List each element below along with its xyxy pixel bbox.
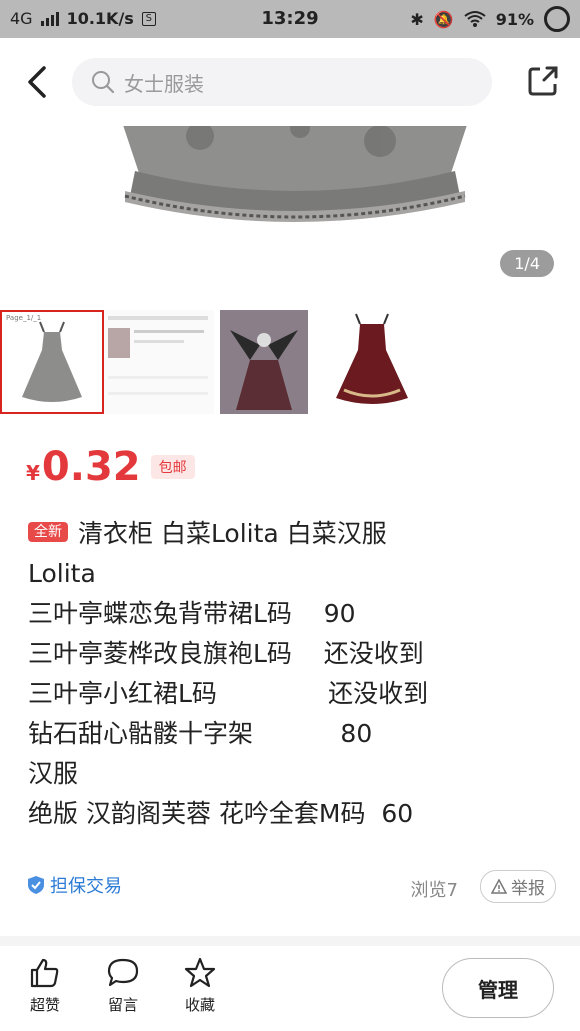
price-value: 0.32 <box>41 444 141 490</box>
image-page-indicator: 1/4 <box>500 250 554 277</box>
back-arrow-icon[interactable] <box>20 60 60 104</box>
comment-label: 留言 <box>107 996 138 1014</box>
mute-bell-icon: 🔕 <box>433 9 454 29</box>
manage-button[interactable]: 管理 <box>442 958 554 1018</box>
dress-thumbnail-image <box>22 321 82 402</box>
thumbnail-4[interactable] <box>324 310 420 414</box>
section-divider <box>0 936 580 946</box>
free-shipping-badge: 包邮 <box>150 455 195 479</box>
share-icon[interactable] <box>526 64 560 98</box>
like-button[interactable]: 超赞 <box>15 956 75 1015</box>
product-main-image[interactable] <box>0 126 580 302</box>
description-line-5: 三叶亭小红裙L码 还没收到 <box>28 679 429 708</box>
bottom-action-bar: 超赞 留言 收藏 管理 <box>0 946 580 1031</box>
search-bar[interactable]: 女士服装 <box>72 58 492 106</box>
meta-row: 担保交易 浏览7 举报 <box>26 870 556 903</box>
comment-button[interactable]: 留言 <box>93 956 153 1015</box>
report-label: 举报 <box>511 879 545 899</box>
speech-bubble-icon <box>107 958 139 987</box>
thumbs-up-icon <box>30 958 59 988</box>
description-line-4: 三叶亭菱桦改良旗袍L码 还没收到 <box>28 639 424 668</box>
battery-ring-icon <box>544 6 570 32</box>
description-line-2: Lolita <box>28 559 96 588</box>
like-label: 超赞 <box>29 996 60 1014</box>
top-nav: 女士服装 <box>0 38 580 126</box>
description-line-1: 全新 清衣柜 白菜Lolita 白菜汉服 <box>28 514 568 554</box>
dark-dress-thumbnail-image <box>220 310 308 414</box>
guarantee-label: 担保交易 <box>50 876 122 897</box>
search-icon <box>92 71 115 94</box>
product-description: 全新 清衣柜 白菜Lolita 白菜汉服 Lolita 三叶亭蝶恋兔背带裙L码 9… <box>28 514 568 834</box>
view-count: 浏览7 <box>410 880 458 901</box>
thumbnail-strip: Page_1/_1 <box>0 310 580 414</box>
new-tag: 全新 <box>28 522 68 542</box>
shield-icon <box>28 876 44 894</box>
battery-level: 91% <box>495 9 534 29</box>
report-button[interactable]: 举报 <box>480 870 556 903</box>
thumbnail-3[interactable] <box>220 310 308 414</box>
thumbnail-2[interactable] <box>104 310 214 414</box>
thumbnail-1[interactable]: Page_1/_1 <box>0 310 104 414</box>
description-line-3: 三叶亭蝶恋兔背带裙L码 90 <box>28 599 356 628</box>
favorite-button[interactable]: 收藏 <box>170 956 230 1015</box>
status-bar: 4G 10.1K/s S 13:29 ✱ 🔕 91% <box>0 0 580 38</box>
star-icon <box>184 957 216 988</box>
red-dress-thumbnail-image <box>336 313 408 404</box>
price-row: ¥ 0.32 包邮 <box>26 444 195 490</box>
description-line-7: 汉服 <box>28 759 79 788</box>
bluetooth-icon: ✱ <box>410 9 424 29</box>
description-line-6: 钻石甜心骷髅十字架 80 <box>28 719 373 748</box>
skirt-photo <box>123 126 467 222</box>
guarantee-link[interactable]: 担保交易 <box>26 872 122 898</box>
currency-symbol: ¥ <box>26 461 40 485</box>
favorite-label: 收藏 <box>184 996 215 1014</box>
search-placeholder: 女士服装 <box>124 71 204 96</box>
warning-icon <box>491 878 507 894</box>
description-line-8: 绝版 汉韵阁芙蓉 花吟全套M码 60 <box>28 799 414 828</box>
wifi-icon <box>464 11 486 27</box>
thumbnail-caption: Page_1/_1 <box>6 314 42 322</box>
